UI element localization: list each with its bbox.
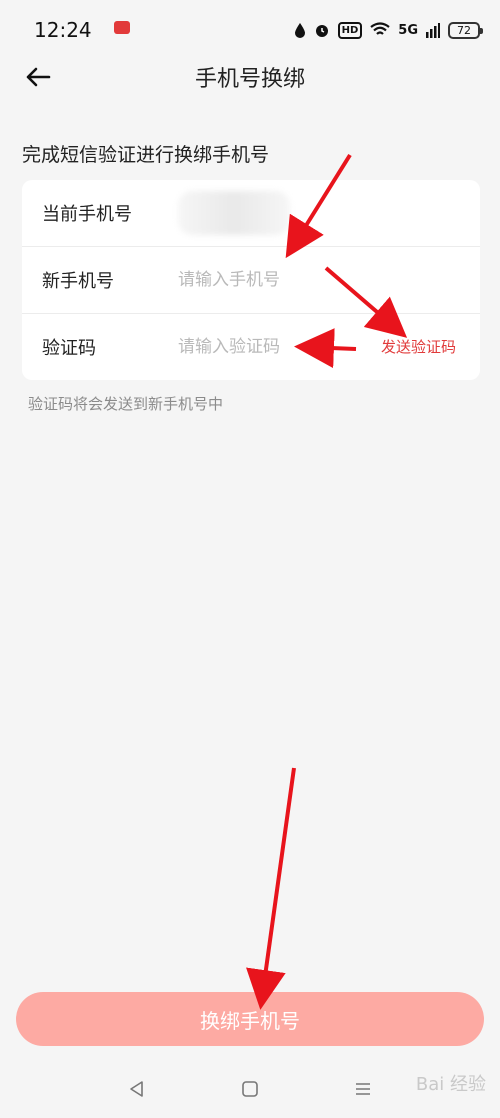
hd-icon: HD bbox=[337, 21, 363, 39]
current-phone-label: 当前手机号 bbox=[42, 204, 132, 225]
new-phone-input[interactable] bbox=[178, 269, 358, 290]
baidu-jingyan-watermark: Bai 经验 bbox=[415, 1074, 486, 1095]
drop-icon bbox=[294, 23, 305, 38]
code-row: 验证码 发送验证码 bbox=[22, 313, 480, 379]
hint-text: 验证码将会发送到新手机号中 bbox=[28, 395, 224, 413]
current-phone-row: 当前手机号 bbox=[22, 180, 480, 246]
wifi-icon bbox=[370, 22, 390, 35]
section-title: 完成短信验证进行换绑手机号 bbox=[22, 144, 270, 166]
back-button[interactable] bbox=[22, 61, 54, 93]
phone-form-card: 当前手机号 新手机号 验证码 发送验证码 bbox=[22, 180, 480, 380]
send-code-button[interactable]: 发送验证码 bbox=[381, 336, 456, 357]
nav-bar: 手机号换绑 bbox=[0, 48, 500, 106]
signal-icon bbox=[426, 23, 440, 38]
code-input[interactable] bbox=[178, 336, 358, 357]
network-5g-icon: 5G bbox=[398, 22, 418, 38]
code-label: 验证码 bbox=[42, 337, 96, 359]
menu-icon bbox=[356, 1083, 371, 1095]
nav-home-button[interactable] bbox=[235, 1074, 265, 1104]
battery-icon: 72 bbox=[448, 21, 483, 39]
current-phone-value bbox=[178, 191, 290, 235]
nav-menu-button[interactable] bbox=[348, 1074, 378, 1104]
nav-back-button[interactable] bbox=[122, 1074, 152, 1104]
square-home-icon bbox=[242, 1081, 258, 1097]
annotation-arrows bbox=[246, 153, 408, 1010]
page-title: 手机号换绑 bbox=[194, 67, 305, 92]
status-icons: HD 5G 72 bbox=[294, 21, 483, 39]
rebind-phone-button[interactable]: 换绑手机号 bbox=[16, 992, 484, 1046]
arrow-left-icon bbox=[26, 67, 51, 87]
new-phone-row: 新手机号 bbox=[22, 246, 480, 312]
status-time: 12:24 bbox=[34, 18, 92, 42]
alarm-icon bbox=[315, 25, 328, 37]
app-notification-icon bbox=[113, 20, 130, 34]
arrow-to-submit bbox=[246, 767, 296, 1010]
triangle-back-icon bbox=[129, 1081, 143, 1097]
new-phone-label: 新手机号 bbox=[42, 270, 114, 292]
